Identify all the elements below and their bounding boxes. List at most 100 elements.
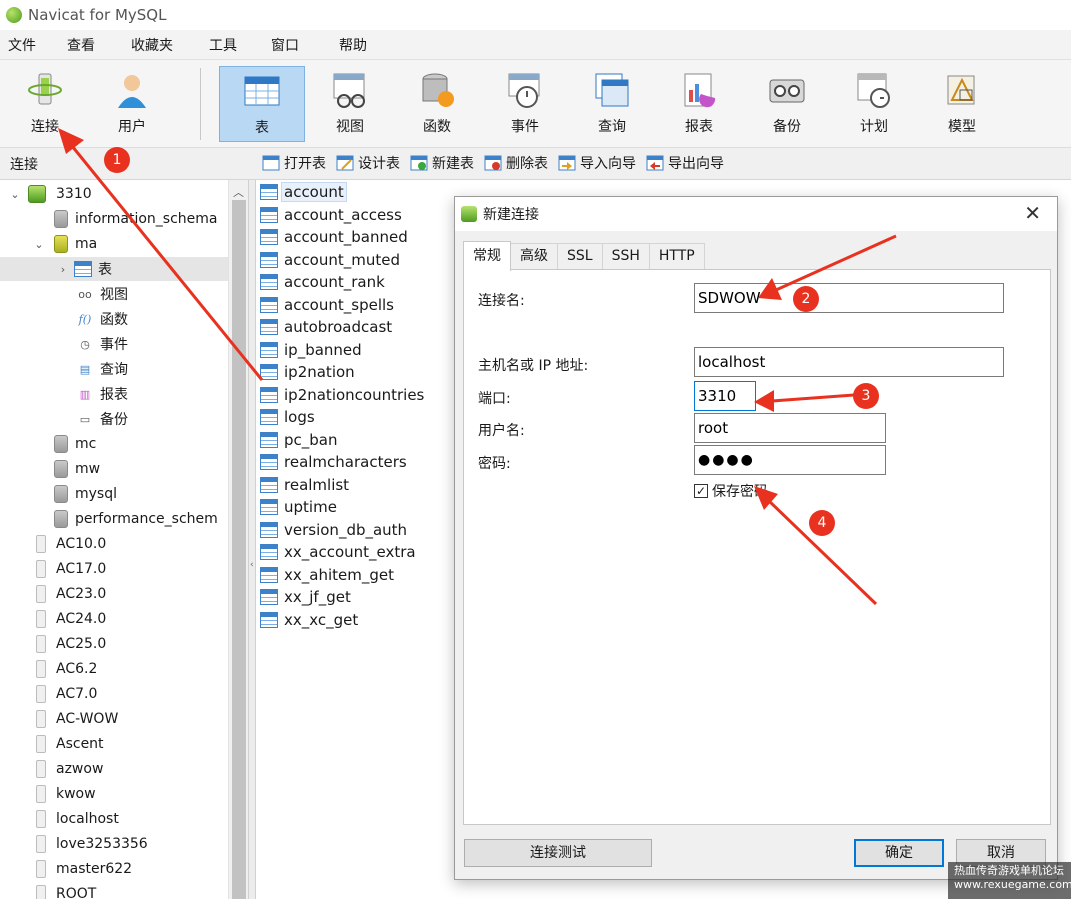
table-item[interactable]: uptime [260, 496, 339, 518]
tree-node-queries[interactable]: ▤ 查询 [76, 357, 128, 381]
menu-help[interactable]: 帮助 [331, 35, 391, 55]
toolbar-schedule-button[interactable]: 计划 [831, 66, 917, 142]
test-connection-button[interactable]: 连接测试 [464, 839, 652, 867]
tree-connection[interactable]: AC10.0 [36, 532, 106, 556]
tree-connection[interactable]: love3253356 [36, 832, 148, 856]
toolbar-function-button[interactable]: 函数 [394, 66, 480, 142]
open-table-button[interactable]: 打开表 [262, 153, 326, 173]
table-item[interactable]: xx_jf_get [260, 586, 353, 608]
table-item[interactable]: account_spells [260, 294, 396, 316]
chevron-down-icon[interactable]: ⌄ [32, 238, 46, 251]
menu-tools[interactable]: 工具 [201, 35, 263, 55]
tree-connection[interactable]: AC-WOW [36, 707, 118, 731]
delete-table-button[interactable]: 删除表 [484, 153, 548, 173]
table-item[interactable]: xx_account_extra [260, 541, 418, 563]
toolbar-backup-button[interactable]: 备份 [744, 66, 830, 142]
table-item[interactable]: autobroadcast [260, 316, 394, 338]
tree-connection[interactable]: AC6.2 [36, 657, 97, 681]
panel-splitter[interactable]: ‹ [248, 180, 256, 899]
host-input[interactable] [694, 347, 1004, 377]
new-table-button[interactable]: 新建表 [410, 153, 474, 173]
table-item[interactable]: account_rank [260, 271, 387, 293]
chevron-right-icon[interactable]: › [56, 263, 70, 276]
table-item[interactable]: ip2nation [260, 361, 357, 383]
menu-file[interactable]: 文件 [0, 35, 59, 55]
tree-node-backups[interactable]: ▭ 备份 [76, 407, 128, 431]
export-wizard-button[interactable]: 导出向导 [646, 153, 724, 173]
table-item-icon [260, 611, 278, 628]
table-item[interactable]: logs [260, 406, 317, 428]
tree-scrollbar-thumb[interactable] [232, 200, 246, 899]
tree-connection[interactable]: AC25.0 [36, 632, 106, 656]
tree-db-mw[interactable]: mw [54, 457, 100, 481]
ok-button[interactable]: 确定 [854, 839, 944, 867]
table-item[interactable]: account_banned [260, 226, 410, 248]
save-password-checkbox[interactable]: ✓ [694, 484, 708, 498]
tree-connection[interactable]: AC23.0 [36, 582, 106, 606]
tree-db-mysql[interactable]: mysql [54, 482, 117, 506]
table-item[interactable]: version_db_auth [260, 519, 409, 541]
tab-advanced[interactable]: 高级 [510, 243, 558, 269]
toolbar-query-button[interactable]: 查询 [569, 66, 655, 142]
username-input[interactable] [694, 413, 886, 443]
table-item[interactable]: xx_ahitem_get [260, 564, 396, 586]
close-icon[interactable]: ✕ [1024, 203, 1041, 223]
toolbar-connection-button[interactable]: 连接 [2, 66, 88, 142]
tree-connection[interactable]: localhost [36, 807, 119, 831]
table-item[interactable]: account [260, 181, 347, 203]
tree-connection[interactable]: ROOT [36, 882, 96, 899]
tree-db-mc[interactable]: mc [54, 432, 96, 456]
tree-scrollbar[interactable]: ︿ [228, 180, 248, 899]
table-item[interactable]: ip2nationcountries [260, 384, 426, 406]
table-item[interactable]: xx_xc_get [260, 609, 360, 631]
toolbar-event-button[interactable]: 事件 [482, 66, 568, 142]
tree-node-reports[interactable]: ▥ 报表 [76, 382, 128, 406]
tree-node-views[interactable]: oo 视图 [76, 282, 128, 306]
password-input[interactable] [694, 445, 886, 475]
port-input[interactable] [694, 381, 756, 411]
scroll-up-arrow-icon[interactable]: ︿ [233, 184, 244, 200]
tree-connection[interactable]: azwow [36, 757, 103, 781]
dialog-title-bar[interactable]: 新建连接 ✕ [455, 197, 1057, 231]
toolbar-view-button[interactable]: 视图 [307, 66, 393, 142]
tree-connection-3310[interactable]: ⌄ 3310 [8, 182, 92, 206]
tree-connection[interactable]: master622 [36, 857, 132, 881]
tree-connection[interactable]: AC7.0 [36, 682, 97, 706]
tab-ssl[interactable]: SSL [557, 243, 603, 269]
toolbar-table-button[interactable]: 表 [219, 66, 305, 142]
tree-node-tables[interactable]: › 表 [0, 257, 228, 281]
menu-favorites[interactable]: 收藏夹 [123, 35, 201, 55]
watermark: 热血传奇游戏单机论坛 www.rexuegame.com [948, 862, 1071, 899]
tree-db-ma[interactable]: ⌄ ma [32, 232, 97, 256]
toolbar-user-button[interactable]: 用户 [89, 66, 175, 142]
design-table-button[interactable]: 设计表 [336, 153, 400, 173]
chevron-down-icon[interactable]: ⌄ [8, 188, 22, 201]
tree-node-events[interactable]: ◷ 事件 [76, 332, 128, 356]
save-password-checkbox-row[interactable]: ✓ 保存密码 [694, 481, 768, 501]
table-item[interactable]: pc_ban [260, 429, 340, 451]
tree-connection[interactable]: kwow [36, 782, 96, 806]
table-item[interactable]: realmlist [260, 474, 351, 496]
tree-db-information-schema[interactable]: information_schema [54, 207, 218, 231]
annotation-badge-3: 3 [853, 383, 879, 409]
toolbar-model-button[interactable]: 模型 [919, 66, 1005, 142]
toolbar-report-button[interactable]: 报表 [656, 66, 742, 142]
splitter-grip-icon[interactable]: ‹ [250, 510, 254, 620]
menu-view[interactable]: 查看 [59, 35, 123, 55]
table-item[interactable]: account_access [260, 204, 404, 226]
connection-name-input[interactable] [694, 283, 1004, 313]
table-item[interactable]: realmcharacters [260, 451, 409, 473]
table-item-icon [260, 364, 278, 380]
tree-connection[interactable]: AC24.0 [36, 607, 106, 631]
tab-ssh[interactable]: SSH [601, 243, 650, 269]
tree-db-performance-schema[interactable]: performance_schem [54, 507, 218, 531]
tab-http[interactable]: HTTP [648, 243, 705, 269]
tree-node-functions[interactable]: f() 函数 [76, 307, 128, 331]
menu-window[interactable]: 窗口 [263, 35, 331, 55]
table-item[interactable]: ip_banned [260, 339, 364, 361]
table-item[interactable]: account_muted [260, 249, 402, 271]
tree-connection[interactable]: AC17.0 [36, 557, 106, 581]
tab-general[interactable]: 常规 [463, 241, 511, 271]
tree-connection[interactable]: Ascent [36, 732, 104, 756]
import-wizard-button[interactable]: 导入向导 [558, 153, 636, 173]
